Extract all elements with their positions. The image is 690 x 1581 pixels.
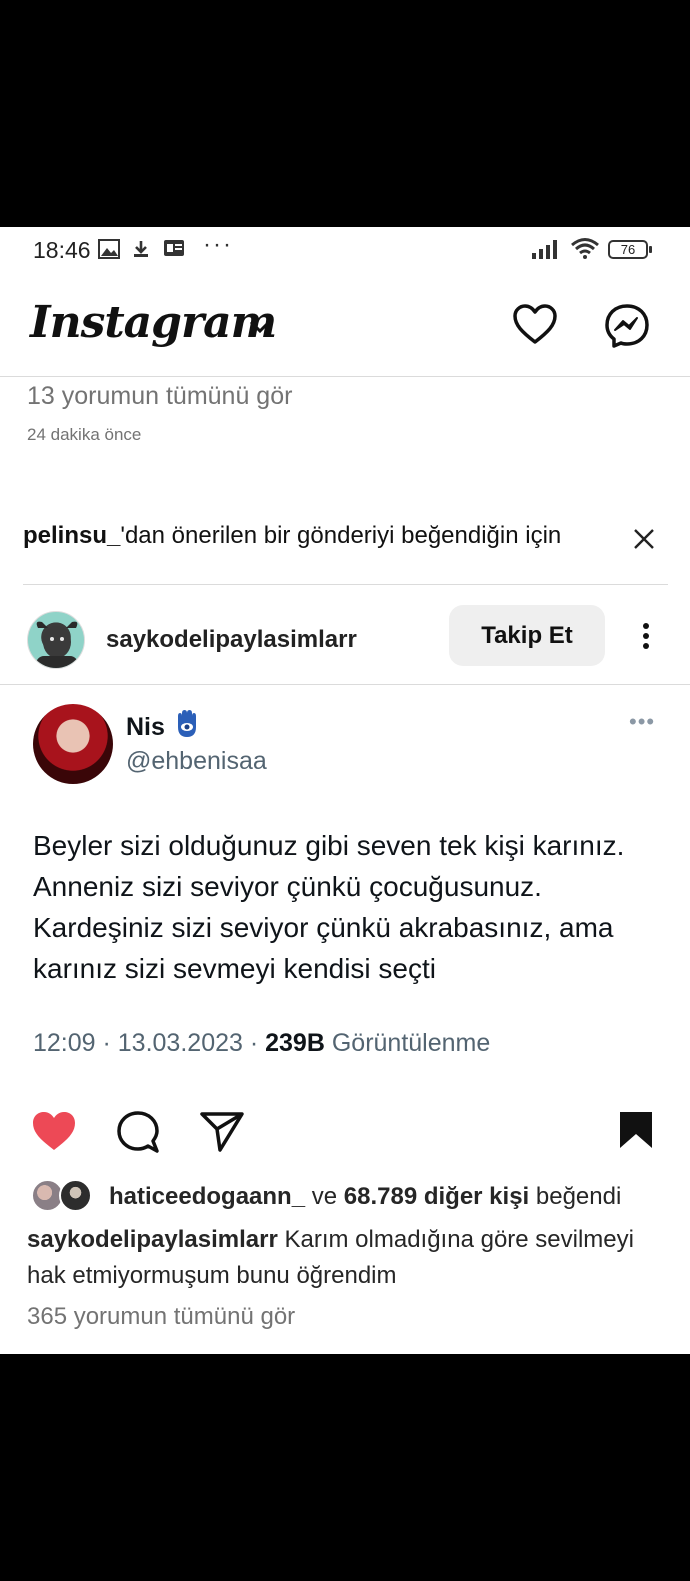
likes-suffix: beğendi (535, 1183, 622, 1210)
avatar[interactable] (27, 611, 85, 669)
tweet-handle: @ehbenisaa (126, 747, 267, 775)
heart-icon[interactable] (512, 303, 558, 350)
likes-text: haticeedogaann_ ve 68.789 diğer kişi beğ… (109, 1183, 621, 1211)
status-bar: 18:46 ··· 76 (0, 227, 690, 277)
app-header: Instagram (0, 279, 690, 377)
image-notification-icon (98, 239, 120, 264)
suggestion-username[interactable]: pelinsu_ (23, 522, 120, 549)
likes-count[interactable]: 68.789 diğer kişi (344, 1183, 529, 1210)
tweet-more-icon: ••• (629, 709, 656, 734)
caption-username[interactable]: saykodelipaylasimlarr (27, 1226, 278, 1253)
post-header: saykodelipaylasimlarr Takip Et (0, 597, 690, 685)
divider (23, 584, 668, 585)
view-all-comments-link[interactable]: 365 yorumun tümünü gör (27, 1303, 295, 1331)
tweet-timestamp: 12:09 · 13.03.2023 · (33, 1029, 266, 1057)
view-all-comments-link[interactable]: 13 yorumun tümünü gör (27, 382, 292, 411)
battery-indicator: 76 (608, 240, 652, 259)
post-timestamp: 24 dakika önce (27, 425, 142, 444)
post-image[interactable]: Nis @ehbenisaa ••• Beyler sizi olduğunuz… (0, 687, 690, 1107)
chevron-down-icon[interactable] (248, 319, 272, 340)
close-icon[interactable] (632, 527, 656, 556)
more-notifications-icon: ··· (203, 231, 233, 258)
wifi-icon (570, 237, 600, 264)
download-icon (131, 239, 151, 264)
messenger-icon[interactable] (604, 303, 650, 354)
bookmark-icon[interactable] (618, 1110, 654, 1155)
news-notification-icon (163, 239, 185, 262)
tweet-views-label: Görüntülenme (331, 1029, 491, 1057)
instagram-logo[interactable]: Instagram (30, 297, 277, 348)
likes-connector: ve (311, 1183, 338, 1210)
instagram-screen: 18:46 ··· 76 Instagram 13 yorumun tümünü… (0, 227, 690, 1354)
post-caption: saykodelipaylasimlarr Karım olmadığına g… (27, 1222, 647, 1294)
tweet-display-name: Nis (126, 713, 165, 741)
tweet-view-count: 239B (265, 1029, 325, 1057)
signal-icon (531, 239, 561, 264)
tweet-meta: 12:09 · 13.03.2023 · 239B Görüntülenme (33, 1029, 490, 1058)
suggestion-reason: pelinsu_'dan önerilen bir gönderiyi beğe… (23, 522, 561, 550)
share-icon[interactable] (199, 1110, 245, 1159)
hamsa-emoji-icon (172, 709, 202, 744)
more-options-icon[interactable] (636, 619, 656, 659)
likes-summary[interactable]: haticeedogaann_ ve 68.789 diğer kişi beğ… (31, 1179, 690, 1215)
tweet-text: Beyler sizi olduğunuz gibi seven tek kiş… (33, 830, 625, 984)
like-heart-icon[interactable] (31, 1110, 77, 1157)
liker-username[interactable]: haticeedogaann_ (109, 1183, 305, 1210)
status-time: 18:46 (33, 237, 91, 263)
comment-icon[interactable] (116, 1110, 160, 1159)
follow-button[interactable]: Takip Et (449, 605, 605, 666)
liker-avatar (59, 1179, 92, 1212)
suggestion-text: 'dan önerilen bir gönderiyi beğendiğin i… (120, 522, 562, 549)
tweet-avatar (33, 704, 113, 784)
post-username[interactable]: saykodelipaylasimlarr (106, 626, 357, 654)
